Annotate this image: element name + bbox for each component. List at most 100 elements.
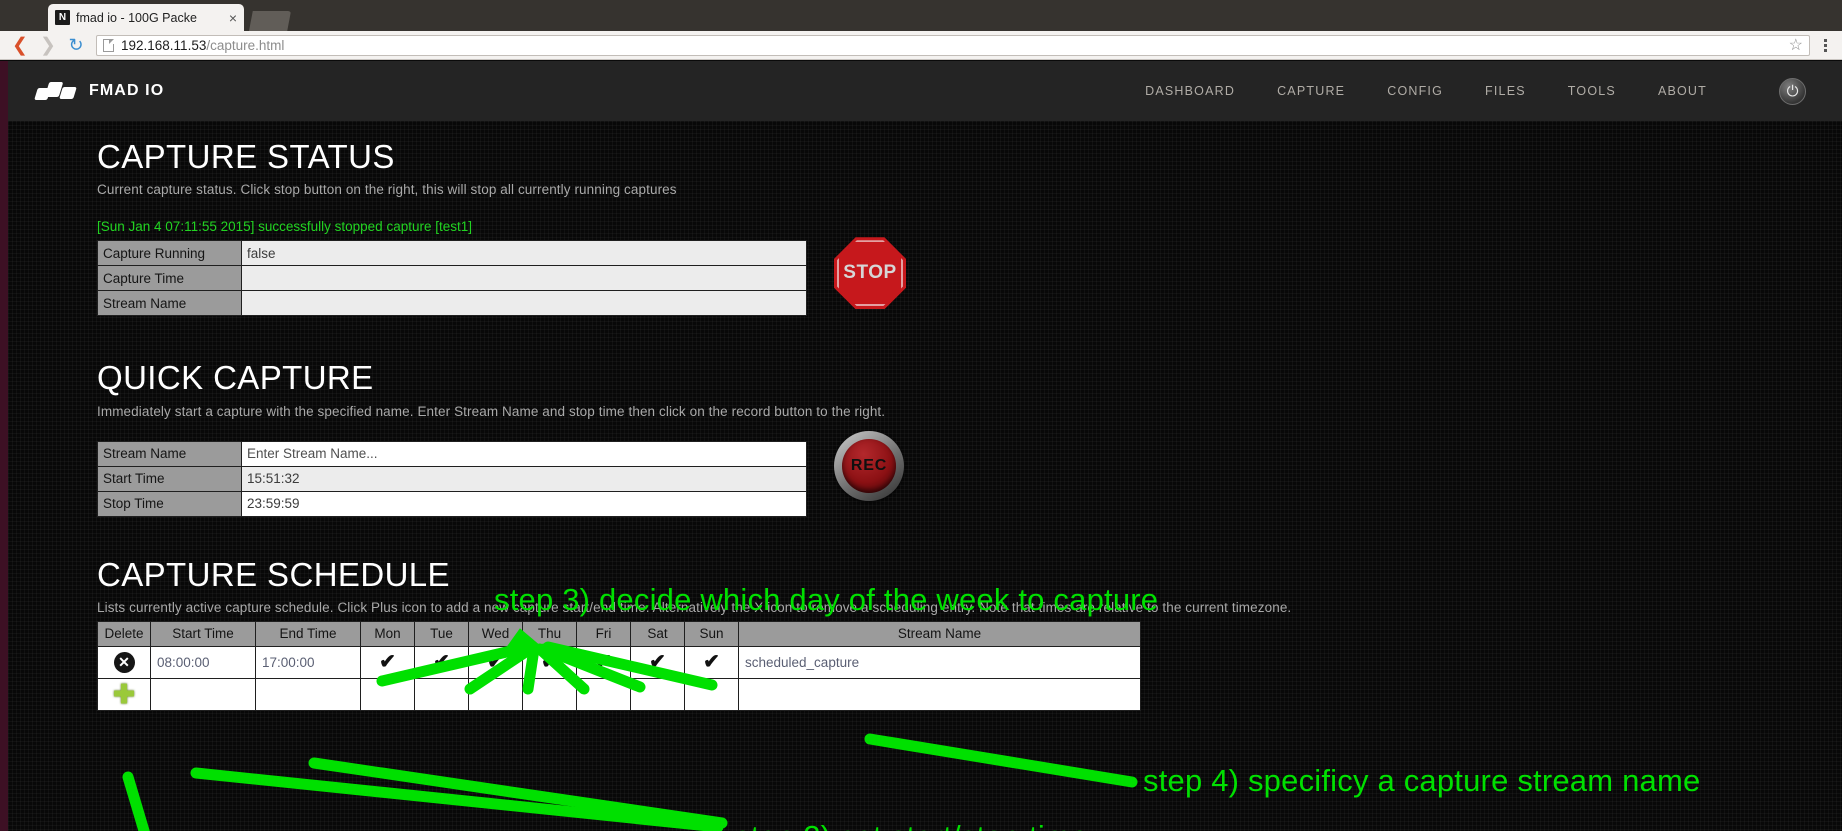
day-checkbox-sat[interactable]: ✔ [630, 645, 685, 679]
page-viewport: FMAD IO DASHBOARD CAPTURE CONFIG FILES T… [0, 61, 1842, 831]
capture-status-log: [Sun Jan 4 07:11:55 2015] successfully s… [97, 219, 472, 235]
day-checkbox-wed[interactable]: ✔ [468, 645, 523, 679]
brand-name: FMAD IO [89, 82, 165, 99]
column-header-start-time: Start Time [150, 620, 256, 647]
browser-toolbar: ❮ ❯ ↻ 192.168.11.53 /capture.html ☆ [0, 31, 1842, 60]
schedule-end-time[interactable]: 17:00:00 [255, 645, 361, 679]
capture-status-title: CAPTURE STATUS [97, 138, 395, 175]
close-icon[interactable]: × [229, 10, 237, 26]
fmad-logo-icon [34, 81, 78, 101]
page-document-icon [103, 38, 114, 52]
site-nav: DASHBOARD CAPTURE CONFIG FILES TOOLS ABO… [1145, 77, 1806, 105]
table-row: Capture Running false [97, 240, 807, 267]
schedule-stream-name[interactable]: scheduled_capture [738, 645, 1141, 679]
capture-status-panel: Capture Running false Capture Time Strea… [97, 237, 1842, 317]
column-header-mon: Mon [360, 620, 415, 647]
stop-button-label: STOP [843, 262, 897, 284]
nav-item-tools[interactable]: TOOLS [1568, 84, 1616, 98]
address-bar[interactable]: 192.168.11.53 /capture.html ☆ [96, 34, 1810, 56]
quick-capture-title: QUICK CAPTURE [97, 359, 374, 397]
column-header-delete: Delete [97, 620, 151, 647]
day-checkbox-fri[interactable]: ✔ [576, 645, 631, 679]
check-icon: ✔ [379, 651, 396, 674]
add-row-filler [150, 677, 256, 711]
capture-schedule-table: Delete Start Time End Time Mon Tue Wed T… [97, 620, 1141, 711]
capture-time-label: Capture Time [97, 265, 242, 292]
back-icon[interactable]: ❮ [6, 33, 34, 57]
column-header-end-time: End Time [255, 620, 361, 647]
power-icon[interactable]: ⏻ [1779, 77, 1806, 105]
site-header: FMAD IO DASHBOARD CAPTURE CONFIG FILES T… [0, 61, 1842, 121]
browser-menu-icon[interactable] [1814, 38, 1836, 52]
schedule-start-time[interactable]: 08:00:00 [150, 645, 256, 679]
quick-stream-name-label: Stream Name [97, 440, 242, 467]
table-row: Start Time 15:51:32 [97, 465, 807, 492]
add-row-filler [576, 677, 631, 711]
delete-entry-cell[interactable]: ✕ [97, 645, 151, 679]
column-header-sat: Sat [630, 620, 685, 647]
add-row-filler [414, 677, 469, 711]
plus-icon[interactable]: ✚ [113, 679, 135, 709]
delete-icon[interactable]: ✕ [113, 651, 135, 673]
add-row: ✚ [97, 677, 1141, 711]
browser-window: N fmad io - 100G Packe × ❮ ❯ ↻ 192.168.1… [0, 0, 1842, 831]
quick-start-time-label: Start Time [97, 465, 242, 492]
table-row: Stream Name Enter Stream Name... [97, 440, 807, 467]
add-entry-cell[interactable]: ✚ [97, 677, 151, 711]
day-checkbox-mon[interactable]: ✔ [360, 645, 415, 679]
page-content: CAPTURE STATUS Current capture status. C… [0, 121, 1842, 831]
day-checkbox-tue[interactable]: ✔ [414, 645, 469, 679]
bookmark-star-icon[interactable]: ☆ [1789, 35, 1803, 55]
new-tab-button[interactable] [249, 11, 291, 31]
browser-tab[interactable]: N fmad io - 100G Packe × [48, 4, 244, 31]
quick-stop-time-label: Stop Time [97, 490, 242, 517]
favicon-icon: N [55, 10, 70, 25]
capture-time-value [241, 265, 807, 292]
brand[interactable]: FMAD IO [34, 81, 165, 101]
add-row-filler [630, 677, 685, 711]
add-row-filler [522, 677, 577, 711]
stop-capture-button[interactable]: STOP [834, 237, 906, 310]
column-header-stream-name: Stream Name [738, 620, 1141, 647]
status-stream-name-value [241, 290, 807, 317]
url-path: /capture.html [206, 37, 285, 53]
day-checkbox-thu[interactable]: ✔ [522, 645, 577, 679]
check-icon: ✔ [541, 651, 558, 674]
nav-item-capture[interactable]: CAPTURE [1277, 84, 1345, 98]
table-row: Capture Time [97, 265, 807, 292]
nav-item-files[interactable]: FILES [1485, 84, 1526, 98]
forward-icon[interactable]: ❯ [34, 33, 62, 57]
add-row-filler [738, 677, 1141, 711]
day-checkbox-sun[interactable]: ✔ [684, 645, 739, 679]
nav-item-config[interactable]: CONFIG [1387, 84, 1443, 98]
table-row: Stop Time 23:59:59 [97, 490, 807, 517]
column-header-sun: Sun [684, 620, 739, 647]
quick-start-time-input[interactable]: 15:51:32 [241, 465, 807, 492]
reload-icon[interactable]: ↻ [62, 33, 90, 57]
add-row-filler [684, 677, 739, 711]
column-header-wed: Wed [468, 620, 523, 647]
record-capture-button[interactable]: REC [834, 430, 904, 501]
nav-item-about[interactable]: ABOUT [1658, 84, 1707, 98]
quick-stream-name-input[interactable]: Enter Stream Name... [241, 440, 807, 467]
check-icon: ✔ [487, 651, 504, 674]
record-button-inner: REC [842, 438, 896, 493]
table-row: Stream Name [97, 290, 807, 317]
check-icon: ✔ [595, 651, 612, 674]
column-header-tue: Tue [414, 620, 469, 647]
quick-capture-panel: Stream Name Enter Stream Name... Start T… [97, 430, 1842, 517]
capture-running-label: Capture Running [97, 240, 242, 267]
check-icon: ✔ [649, 651, 666, 674]
nav-item-dashboard[interactable]: DASHBOARD [1145, 84, 1235, 98]
add-row-filler [468, 677, 523, 711]
page-left-edge-strip [0, 61, 8, 831]
capture-status-description: Current capture status. Click stop butto… [97, 182, 677, 198]
quick-stop-time-input[interactable]: 23:59:59 [241, 490, 807, 517]
table-row: ✕ 08:00:00 17:00:00 ✔ ✔ ✔ ✔ ✔ ✔ ✔ schedu… [97, 645, 1141, 679]
table-header-row: Delete Start Time End Time Mon Tue Wed T… [97, 620, 1141, 647]
capture-schedule-description: Lists currently active capture schedule.… [97, 599, 1292, 615]
check-icon: ✔ [703, 651, 720, 674]
browser-tab-strip: N fmad io - 100G Packe × [0, 0, 1842, 31]
column-header-fri: Fri [576, 620, 631, 647]
browser-tab-title: fmad io - 100G Packe [76, 10, 197, 25]
